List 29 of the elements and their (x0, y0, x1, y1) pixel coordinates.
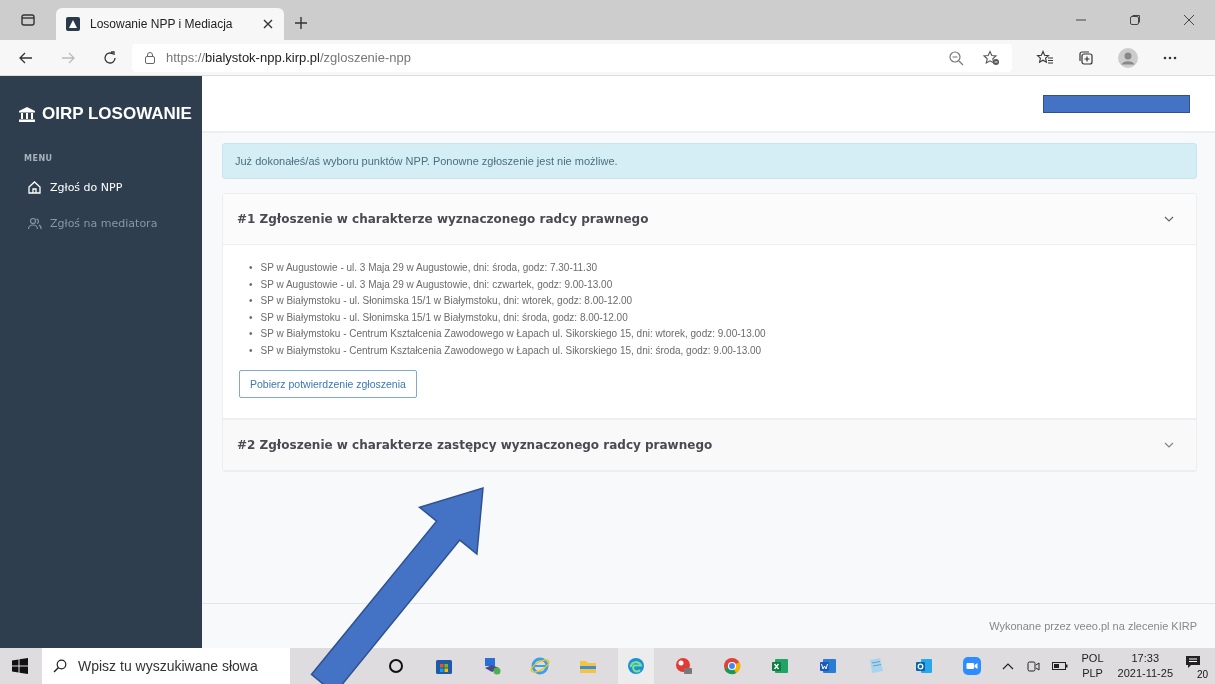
sidebar-item[interactable]: Zgłoś na mediatora (0, 211, 164, 235)
info-alert: Już dokonałeś/aś wyboru punktów NPP. Ponowne zgłoszenie jest nie możliwe. (222, 143, 1197, 179)
browser-tab[interactable]: Losowanie NPP i Mediacja (56, 8, 284, 40)
list-item: SP w Białymstoku - Centrum Kształcenia Zawodowego w Łapach ul. Sikorskiego 15, dni: wtorek, godz: 9.00-13.00 (260, 327, 766, 341)
language-indicator[interactable]: POL PLP (1081, 651, 1104, 681)
accordion-header[interactable]: #2 Zgłoszenie w charakterze zastępcy wyznaczonego radcy prawnego (223, 420, 1196, 471)
bullet: • (249, 277, 253, 292)
notification-count: 20 (1195, 669, 1209, 681)
clock[interactable]: 17:33 2021-11-25 (1117, 651, 1173, 681)
bullet: • (249, 327, 253, 341)
address-field[interactable]: https://bialystok-npp.kirp.pl/zgloszenie-npp (132, 43, 1012, 72)
list-item: SP w Białymstoku - ul. Słonimska 15/1 w Białymstoku, dni: środa, godz: 8.00-12.00 (260, 310, 628, 325)
list-item: SP w Białymstoku - Centrum Kształcenia Zawodowego w Łapach ul. Sikorskiego 15, dni: środa, godz: 9.00-13.00 (260, 343, 762, 358)
taskbar-search-field[interactable]: Wpisz tu wyszukiwane słowa (78, 648, 290, 684)
list-item: SP w Augustowie - ul. 3 Maja 29 w Augustowie, dni: środa, godz: 7.30-11.30 (260, 261, 597, 275)
accordion-header[interactable]: #1 Zgłoszenie w charakterze wyznaczonego radcy prawnego (223, 194, 1196, 245)
footer-text: Wykonane przez veeo.pl na zlecenie KIRP (989, 620, 1197, 632)
list-item: SP w Augustowie - ul. 3 Maja 29 w Augustowie, dni: czwartek, godz: 9.00-13.00 (260, 277, 613, 292)
app-title: OIRP LOSOWANIE (42, 104, 192, 124)
bullet: • (249, 294, 253, 308)
tab-title: Losowanie NPP i Mediacja (90, 17, 234, 31)
download-button[interactable]: Pobierz potwierdzenie zgłoszenia (239, 370, 417, 398)
bullet: • (249, 343, 253, 358)
list-item: SP w Białymstoku - ul. Słonimska 15/1 w Białymstoku, dni: wtorek, godz: 8.00-12.00 (260, 294, 633, 308)
sidebar-item[interactable]: Zgłoś do NPP (0, 175, 129, 199)
bullet: • (249, 310, 253, 325)
menu-heading: MENU (23, 153, 54, 163)
url-text: https://bialystok-npp.kirp.pl/zgloszenie-npp (166, 50, 411, 65)
bullet: • (249, 261, 253, 275)
